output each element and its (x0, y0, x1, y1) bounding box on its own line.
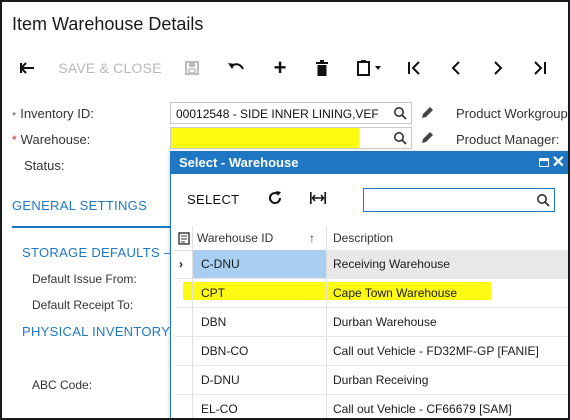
search-icon[interactable] (393, 131, 407, 145)
column-divider (192, 226, 193, 250)
close-icon[interactable]: ✕ (552, 152, 565, 174)
column-divider (326, 395, 327, 418)
panel-title: Select - Warehouse (179, 155, 299, 170)
search-icon[interactable] (393, 106, 407, 120)
table-row[interactable]: DBN Durban Warehouse (175, 308, 568, 337)
column-divider (326, 226, 327, 250)
description-cell: Durban Receiving (333, 373, 429, 387)
warehouse-id-cell: C-DNU (201, 257, 240, 271)
column-divider (192, 337, 193, 365)
column-header-warehouse-id[interactable]: Warehouse ID (197, 226, 273, 250)
panel-toolbar: SELECT (171, 174, 568, 222)
description-cell: Durban Warehouse (333, 315, 437, 329)
panel-header: Select - Warehouse ✕ (171, 152, 568, 174)
inventory-id-value: 00012548 - SIDE INNER LINING,VEF (176, 107, 379, 121)
column-divider (192, 250, 193, 278)
previous-record-button[interactable] (444, 52, 468, 84)
table-row[interactable]: EL-CO Call out Vehicle - CF66679 [SAM] (175, 395, 568, 418)
warehouse-id-cell: EL-CO (201, 402, 238, 416)
clipboard-icon (357, 60, 381, 76)
abc-code-label: ABC Code: (32, 378, 93, 392)
description-cell: Cape Town Warehouse (333, 286, 458, 300)
clipboard-menu-button[interactable] (352, 52, 388, 84)
column-header-description[interactable]: Description (333, 226, 393, 250)
product-workgroup-label: Product Workgroup (456, 106, 568, 121)
column-divider (326, 279, 327, 307)
current-row-indicator-icon: › (179, 257, 183, 271)
warehouse-highlight (171, 128, 359, 148)
status-label: Status: (24, 158, 65, 173)
warehouse-id-cell: DBN-CO (201, 344, 249, 358)
sort-ascending-icon[interactable]: ↑ (309, 226, 315, 250)
maximize-icon[interactable] (539, 158, 549, 167)
grid-header: Warehouse ID ↑ Description (175, 226, 568, 251)
undo-icon (228, 63, 244, 70)
toolbar: SAVE & CLOSE + (2, 52, 568, 84)
select-button[interactable]: SELECT (187, 192, 239, 207)
default-issue-from-label: Default Issue From: (32, 272, 137, 286)
first-record-button[interactable] (402, 52, 426, 84)
warehouse-lookup-panel: Select - Warehouse ✕ SELECT Warehouse ID… (170, 151, 568, 418)
table-row[interactable]: D-DNU Durban Receiving (175, 366, 568, 395)
edit-pencil-icon[interactable] (420, 106, 434, 120)
column-divider (192, 308, 193, 336)
physical-inventory-header[interactable]: PHYSICAL INVENTORY (22, 324, 170, 339)
warehouse-id-cell: CPT (201, 286, 225, 300)
delete-button[interactable] (310, 52, 334, 84)
description-cell: Call out Vehicle - FD32MF-GP [FANIE] (333, 344, 539, 358)
chevron-left-icon (451, 61, 460, 75)
save-close-button[interactable]: SAVE & CLOSE (58, 52, 162, 84)
first-icon (408, 61, 420, 75)
lookup-search-input[interactable] (363, 188, 555, 212)
warehouse-id-cell: DBN (201, 315, 227, 329)
trash-icon (316, 60, 328, 76)
description-cell: Receiving Warehouse (333, 257, 450, 271)
undo-button[interactable] (224, 52, 248, 84)
plus-icon: + (273, 55, 287, 80)
required-marker: * (12, 133, 17, 147)
product-manager-label: Product Manager: (456, 132, 560, 147)
search-icon[interactable] (536, 193, 550, 207)
back-button[interactable] (14, 52, 40, 84)
item-warehouse-details-window: Item Warehouse Details SAVE & CLOSE + • … (0, 0, 570, 420)
warehouse-id-cell: D-DNU (201, 373, 240, 387)
tab-general-settings[interactable]: GENERAL SETTINGS (12, 198, 147, 213)
warehouse-label: * Warehouse: (12, 132, 91, 147)
inventory-id-label: • Inventory ID: (12, 106, 94, 121)
description-cell: Call out Vehicle - CF66679 [SAM] (333, 402, 512, 416)
edit-pencil-icon[interactable] (420, 131, 434, 145)
fit-columns-icon[interactable] (309, 191, 327, 205)
column-divider (192, 279, 193, 307)
required-marker: • (12, 107, 17, 121)
page-title: Item Warehouse Details (12, 14, 204, 34)
active-tab-indicator (12, 226, 170, 228)
back-arrow-icon (19, 62, 34, 74)
save-button[interactable] (180, 52, 204, 84)
column-divider (326, 250, 327, 278)
default-receipt-to-label: Default Receipt To: (32, 298, 134, 312)
column-divider (326, 337, 327, 365)
storage-defaults-header[interactable]: STORAGE DEFAULTS — (22, 245, 177, 260)
column-divider (326, 366, 327, 394)
warehouse-field[interactable] (170, 127, 412, 149)
column-divider (192, 395, 193, 418)
document-icon[interactable] (178, 232, 190, 245)
table-row[interactable]: CPT Cape Town Warehouse (175, 279, 568, 308)
column-divider (192, 366, 193, 394)
table-row[interactable]: › C-DNU Receiving Warehouse (175, 250, 568, 279)
save-icon (185, 61, 199, 75)
inventory-id-field[interactable]: 00012548 - SIDE INNER LINING,VEF (170, 102, 412, 124)
column-divider (326, 308, 327, 336)
last-record-button[interactable] (528, 52, 552, 84)
refresh-icon[interactable] (267, 190, 283, 206)
chevron-right-icon (494, 61, 503, 75)
next-record-button[interactable] (486, 52, 510, 84)
add-button[interactable]: + (268, 52, 292, 84)
table-row[interactable]: DBN-CO Call out Vehicle - FD32MF-GP [FANI… (175, 337, 568, 366)
last-icon (534, 61, 546, 75)
